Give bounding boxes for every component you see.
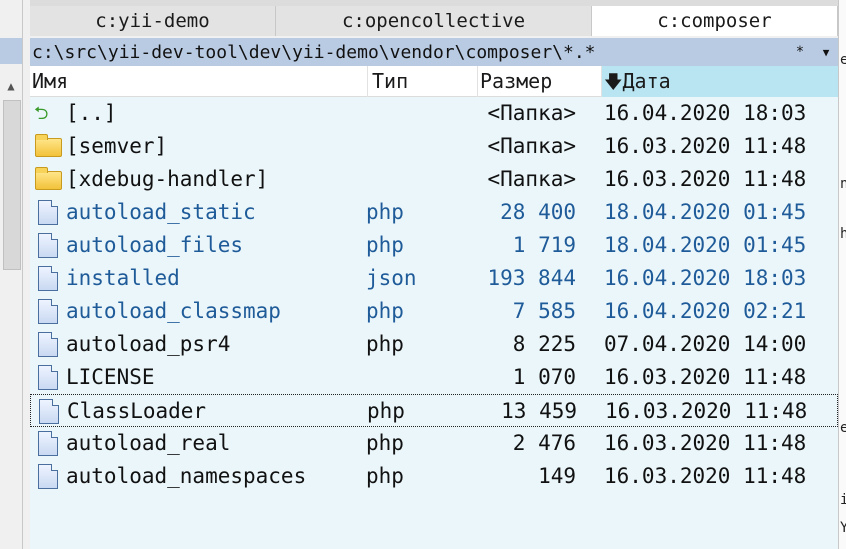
file-name: autoload_static bbox=[66, 200, 256, 224]
left-panel-pathbar-fragment bbox=[0, 38, 22, 64]
file-type: php bbox=[366, 200, 404, 224]
file-type: php bbox=[366, 431, 404, 455]
file-row[interactable]: autoload_static php 28 400 18.04.2020 01:45 bbox=[30, 196, 838, 229]
scroll-up-icon[interactable]: ▲ bbox=[2, 76, 20, 96]
file-name: autoload_namespaces bbox=[66, 464, 307, 488]
chevron-down-icon[interactable]: ▼ bbox=[814, 46, 838, 59]
parent-dir-icon: ⮌ bbox=[34, 103, 49, 124]
file-name: ClassLoader bbox=[67, 399, 207, 423]
edge-glyph: i bbox=[840, 492, 846, 508]
file-size: <Папка> bbox=[487, 134, 576, 158]
file-date: 16.03.2020 11:48 bbox=[605, 399, 808, 423]
file-list[interactable]: ⮌ [..] <Папка> 16.04.2020 18:03 [semver] <Пап… bbox=[30, 97, 838, 549]
folder-icon bbox=[32, 130, 62, 163]
file-row[interactable]: LICENSE 1 070 16.03.2020 11:48 bbox=[30, 361, 838, 394]
file-name: [..] bbox=[66, 101, 117, 125]
file-date: 16.03.2020 11:48 bbox=[604, 431, 807, 455]
file-size: 28 400 bbox=[500, 200, 576, 224]
file-row[interactable]: autoload_namespaces php 149 16.03.2020 11:4… bbox=[30, 460, 838, 493]
file-row[interactable]: autoload_files php 1 719 18.04.2020 01:45 bbox=[30, 229, 838, 262]
file-row[interactable]: [semver] <Папка> 16.03.2020 11:48 bbox=[30, 130, 838, 163]
edge-glyph: Y bbox=[840, 520, 846, 536]
file-date: 16.03.2020 11:48 bbox=[604, 365, 807, 389]
file-type: php bbox=[367, 399, 405, 423]
file-size: <Папка> bbox=[487, 167, 576, 191]
file-name: LICENSE bbox=[66, 365, 155, 389]
file-size: 7 585 bbox=[512, 299, 576, 323]
file-name: autoload_classmap bbox=[66, 299, 281, 323]
file-row[interactable]: [xdebug-handler] <Папка> 16.03.2020 11:48 bbox=[30, 163, 838, 196]
column-header-type[interactable]: Тип bbox=[368, 66, 478, 97]
path-bar[interactable]: c:\src\yii-dev-tool\dev\yii-demo\vendor\… bbox=[30, 38, 838, 66]
file-icon bbox=[32, 328, 62, 361]
sort-down-arrow-icon: 🡇 bbox=[604, 72, 623, 93]
file-type: php bbox=[366, 332, 404, 356]
file-row[interactable]: ClassLoader php 13 459 16.03.2020 11:48 bbox=[30, 394, 838, 427]
folder-icon bbox=[32, 163, 62, 196]
file-date: 16.03.2020 11:48 bbox=[604, 134, 807, 158]
file-date: 18.04.2020 01:45 bbox=[604, 233, 807, 257]
file-name: [semver] bbox=[66, 134, 168, 158]
file-size: 193 844 bbox=[487, 266, 576, 290]
file-icon bbox=[32, 262, 62, 295]
file-row[interactable]: autoload_classmap php 7 585 16.04.2020 02:2… bbox=[30, 295, 838, 328]
current-path[interactable]: c:\src\yii-dev-tool\dev\yii-demo\vendor\… bbox=[30, 42, 786, 63]
file-name: installed bbox=[66, 266, 180, 290]
file-date: 18.04.2020 01:45 bbox=[604, 200, 807, 224]
file-name: autoload_real bbox=[66, 431, 231, 455]
column-header: Имя Тип Размер 🡇Дата bbox=[30, 66, 838, 97]
file-size: 8 225 bbox=[512, 332, 576, 356]
tab-composer[interactable]: c:composer bbox=[592, 6, 838, 36]
left-panel-scrollbar-thumb[interactable] bbox=[3, 100, 21, 270]
file-date: 16.04.2020 18:03 bbox=[604, 266, 807, 290]
file-row[interactable]: autoload_psr4 php 8 225 07.04.2020 14:00 bbox=[30, 328, 838, 361]
column-header-size[interactable]: Размер bbox=[478, 66, 602, 97]
edge-glyph: n bbox=[840, 176, 846, 192]
file-date: 16.04.2020 02:21 bbox=[604, 299, 807, 323]
file-date: 16.03.2020 11:48 bbox=[604, 167, 807, 191]
file-date: 16.03.2020 11:48 bbox=[604, 464, 807, 488]
file-icon bbox=[32, 460, 62, 493]
file-size: 2 476 bbox=[512, 431, 576, 455]
file-size: <Папка> bbox=[487, 101, 576, 125]
file-size: 1 070 bbox=[512, 365, 576, 389]
file-size: 149 bbox=[538, 464, 576, 488]
edge-glyph: e bbox=[840, 420, 846, 436]
column-header-name[interactable]: Имя bbox=[30, 66, 368, 97]
file-size: 13 459 bbox=[501, 399, 577, 423]
file-type: php bbox=[366, 464, 404, 488]
edge-glyph: h bbox=[840, 226, 846, 242]
file-name: [xdebug-handler] bbox=[66, 167, 269, 191]
column-header-date[interactable]: 🡇Дата bbox=[602, 66, 838, 97]
file-name: autoload_psr4 bbox=[66, 332, 231, 356]
file-date: 16.04.2020 18:03 bbox=[604, 101, 807, 125]
tab-bar: c:yii-demo c:opencollective c:composer bbox=[30, 6, 838, 36]
file-date: 07.04.2020 14:00 bbox=[604, 332, 807, 356]
file-icon bbox=[32, 295, 62, 328]
file-row[interactable]: autoload_real php 2 476 16.03.2020 11:48 bbox=[30, 427, 838, 460]
tab-yii-demo[interactable]: c:yii-demo bbox=[30, 6, 276, 36]
file-size: 1 719 bbox=[512, 233, 576, 257]
file-mask-filter[interactable]: * bbox=[786, 44, 814, 60]
file-type: php bbox=[366, 299, 404, 323]
file-type: php bbox=[366, 233, 404, 257]
file-name: autoload_files bbox=[66, 233, 244, 257]
tab-opencollective[interactable]: c:opencollective bbox=[276, 6, 592, 36]
file-row[interactable]: ⮌ [..] <Папка> 16.04.2020 18:03 bbox=[30, 97, 838, 130]
file-icon bbox=[32, 361, 62, 394]
file-icon bbox=[33, 395, 63, 428]
file-icon bbox=[32, 427, 62, 460]
file-icon bbox=[32, 229, 62, 262]
file-icon bbox=[32, 196, 62, 229]
left-panel-edge: ▲ bbox=[0, 0, 23, 549]
right-panel-edge: e n h e i Y bbox=[838, 0, 846, 549]
file-type: json bbox=[366, 266, 417, 290]
file-row[interactable]: installed json 193 844 16.04.2020 18:03 bbox=[30, 262, 838, 295]
edge-glyph: e bbox=[840, 52, 846, 68]
